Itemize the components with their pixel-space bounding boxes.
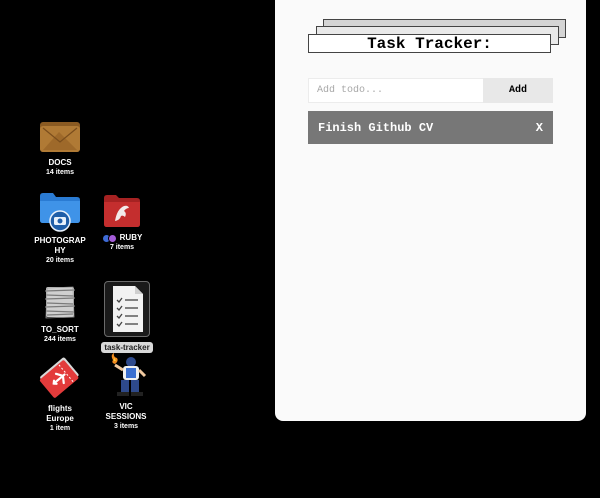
todo-input[interactable] — [308, 78, 483, 103]
paper-stack-icon — [44, 286, 76, 319]
title-stack: Task Tracker: — [308, 19, 568, 55]
add-todo-form: Add — [308, 78, 553, 103]
desktop-icon-ruby[interactable]: RUBY 7 items — [86, 193, 158, 252]
desktop-icon-vic-sessions[interactable]: VIC SESSIONS 3 items — [90, 352, 162, 431]
desktop-icon-count: 14 items — [45, 169, 75, 176]
add-button[interactable]: Add — [483, 78, 553, 103]
desktop-icon-label: RUBY — [119, 233, 143, 242]
tag-dots-icon — [101, 233, 117, 243]
desktop-icon-count: 1 item — [49, 425, 71, 432]
desktop-icon-docs[interactable]: DOCS 14 items — [24, 118, 96, 177]
ticket-icon — [39, 357, 79, 398]
delete-todo-button[interactable]: X — [536, 121, 543, 135]
desktop-icon-count: 3 items — [113, 423, 139, 430]
desktop-icon-count: 244 items — [44, 336, 76, 343]
document-icon-selected — [104, 281, 150, 337]
title-card: Task Tracker: — [308, 34, 551, 53]
desktop-icon-flights-europe[interactable]: flights Europe 1 item — [24, 354, 96, 433]
task-tracker-window: Task Tracker: Add Finish Github CV X — [275, 0, 586, 421]
desktop-icon-to-sort[interactable]: TO_SORT 244 items — [24, 283, 96, 344]
desktop-icon-label: TO_SORT — [41, 325, 79, 334]
desktop-icon-task-tracker[interactable]: task-tracker — [91, 281, 163, 355]
camera-folder-icon — [40, 193, 80, 232]
page-title: Task Tracker: — [367, 34, 492, 53]
ruby-folder-icon — [104, 195, 140, 227]
desktop-icon-label: VIC SESSIONS — [105, 402, 147, 421]
desktop-icon-label: flights Europe — [46, 404, 74, 423]
desktop-icon-count: 20 items — [45, 257, 75, 264]
illustration-icon — [111, 353, 147, 396]
todo-text: Finish Github CV — [318, 120, 434, 135]
desktop-icon-label: DOCS — [48, 158, 72, 167]
todo-item[interactable]: Finish Github CV X — [308, 111, 553, 144]
desktop-icon-count: 7 items — [109, 244, 135, 251]
folder-icon — [40, 122, 80, 152]
